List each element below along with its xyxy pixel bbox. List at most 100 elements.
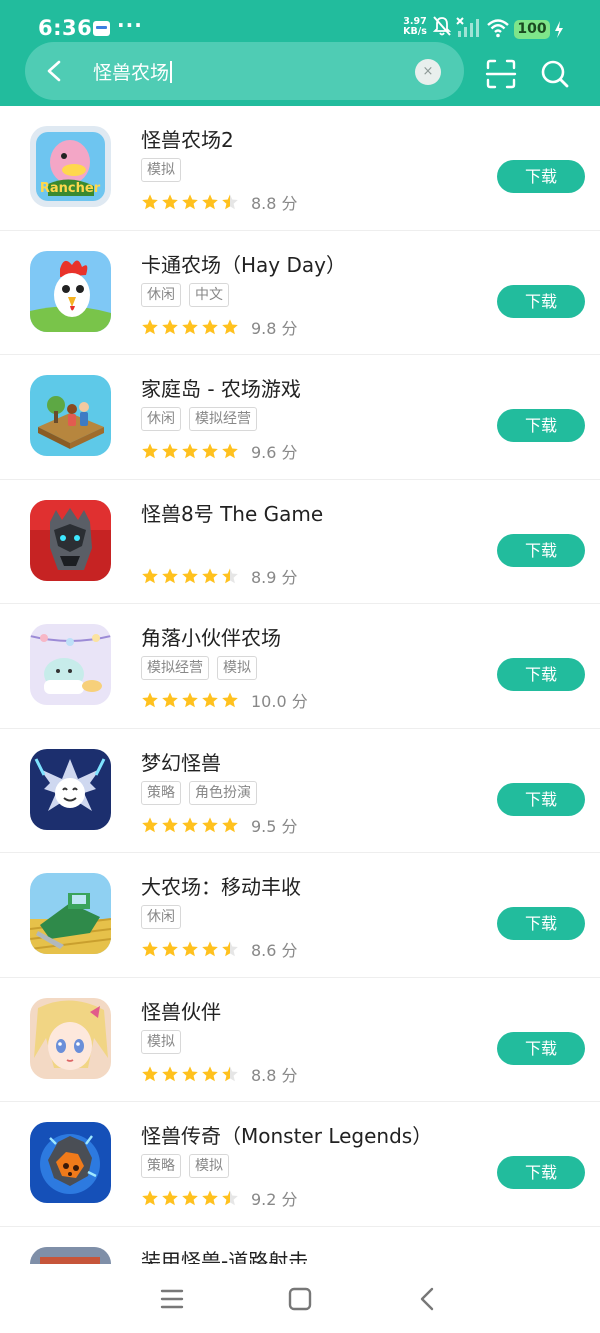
star-icon <box>202 692 218 708</box>
star-icon <box>182 1190 198 1206</box>
star-icon <box>222 443 238 459</box>
rating-score: 10.0 分 <box>251 692 308 711</box>
star-icon <box>162 194 178 210</box>
rating-row: 9.6 分 <box>141 440 298 462</box>
search-results-list: Rancher 怪兽农场2 模拟 8.8 分下载 卡通农场（Hay Day） 休闲 中文 9.… <box>0 106 600 1264</box>
download-button[interactable]: 下载 <box>497 658 585 691</box>
star-rating <box>141 442 239 460</box>
star-icon <box>202 318 218 334</box>
download-button[interactable]: 下载 <box>497 533 585 567</box>
app-name[interactable]: 大农场：移动丰收 <box>141 871 301 900</box>
star-rating <box>141 567 239 585</box>
star-icon <box>162 318 178 334</box>
harvester-icon[interactable] <box>30 873 111 954</box>
app-list-item[interactable]: 梦幻怪兽策略 角色扮演 9.5 分 下载 <box>0 729 600 853</box>
sumikko-farm-icon[interactable] <box>30 624 111 705</box>
app-name[interactable]: 怪兽农场2 <box>141 124 234 153</box>
back-icon[interactable] <box>413 1284 443 1314</box>
search-bar: 怪兽农场 × <box>25 42 464 100</box>
star-icon <box>202 1190 218 1206</box>
app-list-item[interactable]: 怪兽传奇（Monster Legends） 策略 模拟 9.2 分 下载 <box>0 1102 600 1227</box>
charging-icon <box>555 21 563 38</box>
kaiju-no8-icon[interactable] <box>30 499 111 581</box>
star-rating <box>141 940 239 958</box>
rating-score: 8.8 分 <box>251 194 298 213</box>
rating-row: 9.8 分 <box>141 316 298 338</box>
star-icon <box>182 692 198 708</box>
fantasy-monster-icon[interactable] <box>30 748 111 830</box>
app-tags: 策略 模拟 <box>141 1154 229 1178</box>
app-name[interactable]: 卡通农场（Hay Day） <box>141 249 346 278</box>
download-button[interactable]: 下载 <box>497 409 585 442</box>
family-island-icon[interactable] <box>30 375 111 456</box>
rating-row: 9.2 分 <box>141 1187 298 1209</box>
app-name[interactable]: 梦幻怪兽 <box>141 747 221 776</box>
half-star-icon <box>222 941 238 957</box>
rating-score: 9.8 分 <box>251 318 298 338</box>
search-input[interactable]: 怪兽农场 <box>93 58 173 85</box>
battery-indicator: 100 <box>514 20 550 39</box>
download-button[interactable]: 下载 <box>497 284 585 318</box>
half-star-icon <box>222 1190 238 1206</box>
star-icon <box>202 941 218 957</box>
app-list-item[interactable]: 角落小伙伴农场 模拟经营 模拟 10.0 分 下载 <box>0 604 600 729</box>
star-icon <box>142 1065 158 1081</box>
app-name[interactable]: 怪兽8号 The Game <box>141 498 323 527</box>
more-notifications-indicator: ··· <box>117 13 143 37</box>
download-button[interactable]: 下载 <box>497 782 585 816</box>
menu-icon[interactable] <box>157 1284 187 1314</box>
app-list-item[interactable]: 家庭岛 - 农场游戏 休闲 模拟经营 9.6 分 下载 <box>0 355 600 480</box>
download-button[interactable]: 下载 <box>497 160 585 193</box>
app-name[interactable]: 怪兽伙伴 <box>141 996 221 1025</box>
search-icon[interactable] <box>539 58 571 90</box>
rating-score: 9.5 分 <box>251 816 298 836</box>
star-rating <box>141 816 239 834</box>
star-rating <box>141 1189 239 1207</box>
hay-day-rooster-icon[interactable] <box>30 250 111 332</box>
app-name[interactable]: 家庭岛 - 农场游戏 <box>141 373 301 402</box>
category-tag: 模拟 <box>141 1029 181 1054</box>
download-button[interactable]: 下载 <box>497 1156 585 1189</box>
star-icon <box>202 816 218 832</box>
anime-girl-icon[interactable] <box>30 997 111 1079</box>
app-name[interactable]: 角落小伙伴农场 <box>141 622 281 651</box>
app-list-item[interactable]: 怪兽伙伴 模拟 8.8 分 下载 <box>0 978 600 1102</box>
star-rating <box>141 1065 239 1083</box>
app-tags: 休闲 中文 <box>141 282 229 307</box>
scan-icon[interactable] <box>485 58 517 90</box>
app-tags: 模拟 <box>141 1029 181 1054</box>
armored-monster-icon[interactable] <box>30 1246 111 1264</box>
app-list-item[interactable]: 大农场：移动丰收 休闲 8.6 分 下载 <box>0 853 600 978</box>
star-icon <box>202 567 218 583</box>
star-icon <box>182 941 198 957</box>
monster-farm-2-icon[interactable]: Rancher <box>30 126 111 207</box>
download-button[interactable]: 下载 <box>497 907 585 940</box>
app-list-item[interactable]: 怪兽8号 The Game 8.9 分 下载 <box>0 480 600 604</box>
half-star-icon <box>222 194 238 210</box>
category-tag: 策略 <box>141 780 181 805</box>
system-nav-bar <box>0 1264 600 1333</box>
star-icon <box>222 692 238 708</box>
home-icon[interactable] <box>285 1284 315 1314</box>
network-speed-unit: KB/s <box>403 26 427 37</box>
back-arrow-icon[interactable] <box>39 56 69 86</box>
app-tags: 策略 角色扮演 <box>141 780 257 805</box>
rating-row: 9.5 分 <box>141 814 298 836</box>
app-name[interactable]: 装甲怪兽-道路射击 <box>141 1245 308 1265</box>
category-tag: 模拟 <box>141 158 181 182</box>
star-icon <box>142 816 158 832</box>
app-name[interactable]: 怪兽传奇（Monster Legends） <box>141 1120 432 1149</box>
notification-app-icon <box>93 21 110 36</box>
app-list-item[interactable]: 卡通农场（Hay Day） 休闲 中文 9.8 分 下载 <box>0 231 600 355</box>
clear-icon[interactable]: × <box>415 59 441 85</box>
star-icon <box>142 941 158 957</box>
star-icon <box>162 567 178 583</box>
app-list-item[interactable]: 装甲怪兽-道路射击 <box>0 1227 600 1265</box>
monster-legends-egg-icon[interactable] <box>30 1122 111 1203</box>
network-speed: 3.97 KB/s <box>400 17 430 37</box>
download-button[interactable]: 下载 <box>497 1031 585 1065</box>
star-icon <box>182 318 198 334</box>
category-tag: 休闲 <box>141 282 181 307</box>
app-list-item[interactable]: Rancher 怪兽农场2 模拟 8.8 分 下载 <box>0 106 600 231</box>
app-tags: 模拟 <box>141 158 181 182</box>
